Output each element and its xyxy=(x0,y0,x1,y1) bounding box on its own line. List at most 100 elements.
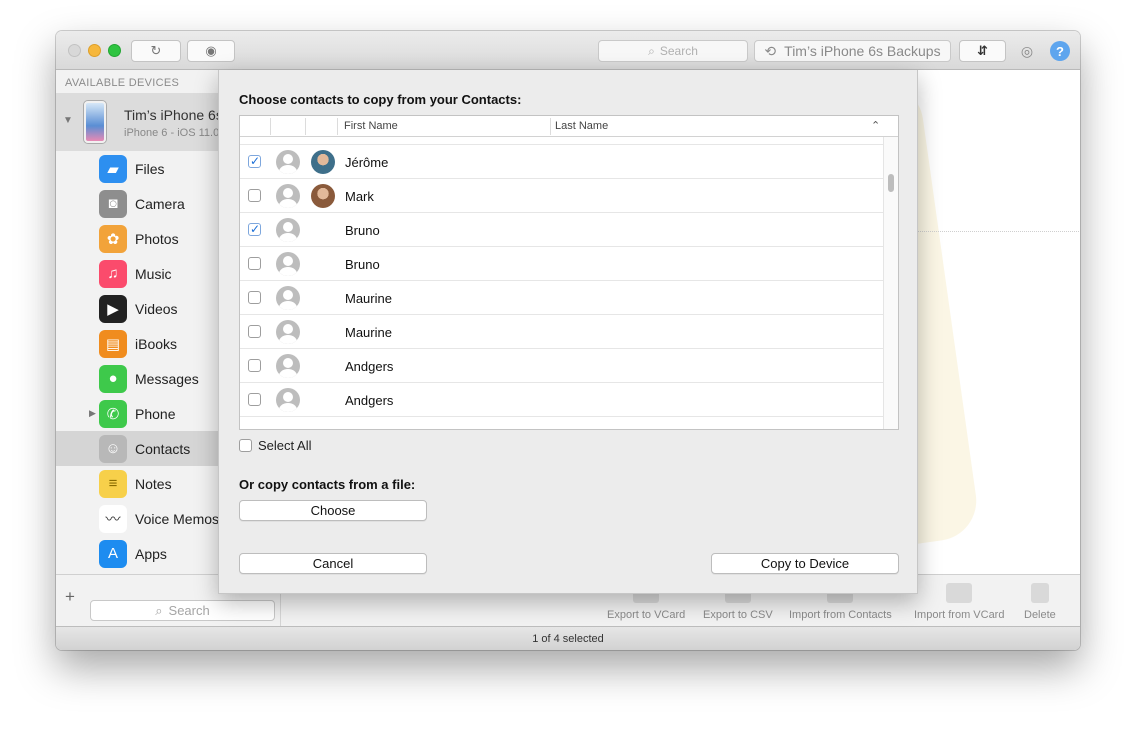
column-separator xyxy=(305,118,306,135)
sidebar-item-label: Phone xyxy=(135,405,176,422)
delete-button[interactable]: Delete xyxy=(1024,583,1056,621)
contacts-icon: ☺ xyxy=(99,434,127,463)
search-icon: ⌕ xyxy=(648,43,655,58)
contact-checkbox[interactable] xyxy=(248,291,261,304)
generic-avatar-icon xyxy=(276,354,300,378)
help-button[interactable]: ? xyxy=(1050,41,1070,61)
delete-label: Delete xyxy=(1024,609,1056,621)
contact-first-name: Andgers xyxy=(345,359,394,374)
contact-first-name: Bruno xyxy=(345,223,380,238)
table-row[interactable]: Maurine xyxy=(240,281,883,315)
table-row[interactable]: Andgers xyxy=(240,349,883,383)
backups-label: Tim’s iPhone 6s Backups xyxy=(784,43,941,59)
eye-icon: ◉ xyxy=(205,43,217,58)
zoom-window-button[interactable] xyxy=(108,44,121,57)
preview-button[interactable]: ◉ xyxy=(187,40,235,62)
refresh-button[interactable]: ↻ xyxy=(131,40,181,62)
refresh-icon: ↻ xyxy=(150,43,162,58)
folder-icon: ▰ xyxy=(99,154,127,183)
contact-checkbox[interactable] xyxy=(248,189,261,202)
copy-to-device-button[interactable]: Copy to Device xyxy=(711,553,899,574)
table-row[interactable]: ✓ Jérôme xyxy=(240,145,883,179)
contacts-table: First Name Last Name ⌃ ✓ Jérôme Mark ✓ Bruno… xyxy=(239,115,899,430)
contact-first-name: Maurine xyxy=(345,325,392,340)
table-row[interactable]: Maurine xyxy=(240,315,883,349)
select-all-checkbox[interactable]: Select All xyxy=(239,438,311,453)
contact-first-name: Mark xyxy=(345,189,374,204)
contact-checkbox[interactable]: ✓ xyxy=(248,154,261,168)
sidebar-item-label: Camera xyxy=(135,195,185,212)
contact-checkbox[interactable] xyxy=(248,359,261,372)
phone-icon: ✆ xyxy=(99,399,127,428)
generic-avatar-icon xyxy=(276,320,300,344)
notes-icon: ≡ xyxy=(99,469,127,498)
dialog-title: Choose contacts to copy from your Contac… xyxy=(239,92,522,107)
sidebar-search-placeholder: Search xyxy=(168,603,210,618)
sidebar-item-label: Videos xyxy=(135,300,178,317)
generic-avatar-icon xyxy=(276,388,300,412)
generic-avatar-icon xyxy=(276,150,300,174)
generic-avatar-icon xyxy=(276,184,300,208)
generic-avatar-icon xyxy=(276,286,300,310)
sidebar-item-label: Contacts xyxy=(135,440,191,457)
select-all-box[interactable] xyxy=(239,439,252,452)
column-separator xyxy=(270,118,271,135)
import-vcard-button[interactable]: Import from VCard xyxy=(914,583,1004,621)
sidebar-item-label: iBooks xyxy=(135,335,178,352)
messages-icon: ● xyxy=(99,364,127,393)
contact-first-name: Andgers xyxy=(345,393,394,408)
first-name-column-header[interactable]: First Name xyxy=(344,120,398,132)
sidebar-item-label: Messages xyxy=(135,370,199,387)
wifi-sync-icon[interactable]: ◎ xyxy=(1016,41,1038,61)
table-row[interactable]: Andgers xyxy=(240,383,883,417)
table-row[interactable]: Mark xyxy=(240,179,883,213)
voice-memos-icon: 〰 xyxy=(99,504,127,533)
disclosure-arrow-icon[interactable]: ▶ xyxy=(89,408,96,419)
cancel-button[interactable]: Cancel xyxy=(239,553,427,574)
select-all-label: Select All xyxy=(258,438,312,453)
backups-button[interactable]: ⟲ Tim’s iPhone 6s Backups xyxy=(754,40,951,62)
generic-avatar-icon xyxy=(276,252,300,276)
transfer-button[interactable]: ⇵ xyxy=(959,40,1006,62)
table-header: First Name Last Name ⌃ xyxy=(240,116,898,137)
export-csv-label: Export to CSV xyxy=(703,609,773,621)
contact-checkbox[interactable]: ✓ xyxy=(248,222,261,236)
toolbar-search[interactable]: ⌕ Search xyxy=(598,40,748,62)
apps-icon: A xyxy=(99,539,127,568)
table-row-partial xyxy=(240,137,883,145)
import-vcard-label: Import from VCard xyxy=(914,609,1005,621)
table-row[interactable]: ✓ Bruno xyxy=(240,213,883,247)
sidebar-header: AVAILABLE DEVICES xyxy=(65,77,180,89)
toolbar-search-placeholder: Search xyxy=(659,44,698,58)
search-icon: ⌕ xyxy=(155,602,163,618)
device-subtitle: iPhone 6 - iOS 11.0 xyxy=(124,127,220,139)
add-icon[interactable]: + xyxy=(65,587,75,607)
device-name: Tim’s iPhone 6s xyxy=(124,107,223,123)
contact-checkbox[interactable] xyxy=(248,325,261,338)
sidebar-item-label: Photos xyxy=(135,230,179,247)
trash-icon xyxy=(1030,583,1049,603)
status-text: 1 of 4 selected xyxy=(532,632,604,645)
sidebar-item-label: Apps xyxy=(135,545,167,562)
file-section-title: Or copy contacts from a file: xyxy=(239,477,416,492)
minimize-window-button[interactable] xyxy=(88,44,101,57)
checkmark-icon: ✓ xyxy=(250,222,261,236)
sort-chevron-up-icon[interactable]: ⌃ xyxy=(871,119,880,132)
column-separator xyxy=(550,118,551,135)
sidebar-item-label: Music xyxy=(135,265,172,282)
contact-first-name: Bruno xyxy=(345,257,380,272)
last-name-column-header[interactable]: Last Name xyxy=(555,120,608,132)
close-window-button[interactable] xyxy=(68,44,81,57)
ibooks-icon: ▤ xyxy=(99,329,127,358)
scrollbar-thumb[interactable] xyxy=(888,174,894,192)
contact-checkbox[interactable] xyxy=(248,257,261,270)
photos-icon: ✿ xyxy=(99,224,127,253)
copy-contacts-dialog: Choose contacts to copy from your Contac… xyxy=(218,70,918,594)
table-row[interactable]: Bruno xyxy=(240,247,883,281)
title-bar: ↻ ◉ ⌕ Search ⟲ Tim’s iPhone 6s Backups ⇵… xyxy=(56,31,1080,70)
disclosure-triangle-icon[interactable]: ▼ xyxy=(63,115,73,126)
import-contacts-label: Import from Contacts xyxy=(789,609,892,621)
choose-file-button[interactable]: Choose xyxy=(239,500,427,521)
sidebar-search[interactable]: ⌕ Search xyxy=(90,600,275,621)
contact-checkbox[interactable] xyxy=(248,393,261,406)
